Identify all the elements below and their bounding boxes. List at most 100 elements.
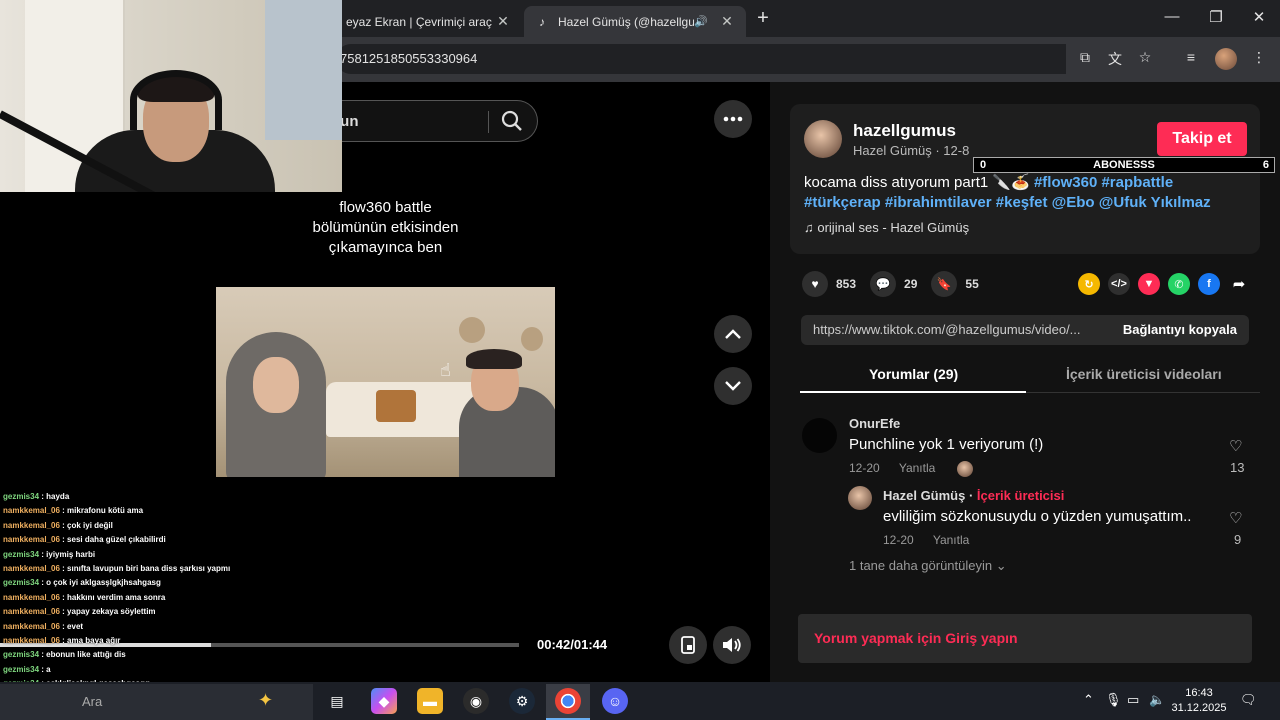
notifications-icon[interactable]: 🗨: [1240, 692, 1257, 708]
tab-close-icon[interactable]: ✕: [718, 13, 736, 30]
copilot-icon[interactable]: ◆: [371, 688, 397, 714]
chat-message: : evet: [59, 621, 84, 631]
chat-username: gezmis34: [3, 578, 40, 588]
new-tab-button[interactable]: +: [752, 8, 774, 30]
minimize-icon[interactable]: —: [1160, 8, 1184, 30]
like-button[interactable]: ♥ 853: [802, 271, 856, 297]
chat-username: namkkemal_06: [3, 592, 60, 602]
reply-like-icon[interactable]: ♡: [1229, 509, 1242, 527]
tab-creator-videos[interactable]: İçerik üreticisi videoları: [1066, 366, 1222, 382]
active-tab-indicator: [800, 391, 1026, 393]
creator-liked-avatar: [957, 461, 973, 477]
webcam-window: [265, 0, 342, 140]
audio-playing-icon[interactable]: 🔊: [694, 15, 710, 28]
steam-icon[interactable]: ⚙: [509, 688, 535, 714]
comment-button[interactable]: 💬 29: [870, 271, 917, 297]
next-video-chevron-down-icon[interactable]: [714, 367, 752, 405]
author-avatar[interactable]: [804, 120, 842, 158]
copy-link-button[interactable]: Bağlantıyı kopyala: [1123, 322, 1237, 337]
like-count: 853: [836, 277, 857, 291]
close-window-icon[interactable]: ✕: [1247, 8, 1271, 30]
chat-line: namkkemal_06 : mikrafonu kötü ama: [0, 504, 230, 518]
maximize-icon[interactable]: ❐: [1204, 8, 1228, 30]
video-timecode: 00:42/01:44: [537, 637, 608, 652]
discord-icon[interactable]: ☺: [602, 688, 628, 714]
login-to-comment[interactable]: Yorum yapmak için Giriş yapın: [798, 614, 1252, 663]
chat-message: : hayda: [39, 492, 70, 501]
tab-close-icon[interactable]: ✕: [494, 13, 512, 30]
menu-dots-icon[interactable]: ⋮: [1248, 49, 1270, 71]
profile-avatar[interactable]: [1215, 48, 1237, 70]
install-app-icon[interactable]: ⧉: [1074, 49, 1096, 71]
network-icon[interactable]: ▭: [1127, 692, 1139, 708]
view-more-replies[interactable]: 1 tane daha görüntüleyin ⌄: [849, 558, 1007, 574]
author-subline: Hazel Gümüş · 12-8: [853, 143, 970, 158]
taskbar-search-label: Ara: [82, 694, 103, 709]
video-description: kocama diss atıyorum part1 🔪🍝 #flow360 #…: [804, 173, 1249, 213]
video-url[interactable]: https://www.tiktok.com/@hazellgumus/vide…: [813, 322, 1099, 337]
comment-date: 12-20: [849, 461, 880, 475]
facebook-icon[interactable]: f: [1198, 273, 1220, 295]
send-icon[interactable]: ▼: [1138, 273, 1160, 295]
media-controls-icon[interactable]: ≡: [1180, 49, 1202, 71]
reply-meta: 12-20 Yanıtla: [883, 533, 985, 547]
author-username[interactable]: hazellgumus: [853, 121, 956, 141]
task-view-icon[interactable]: ▤: [324, 688, 350, 714]
search-icon[interactable]: [500, 109, 524, 133]
chat-username: namkkemal_06: [3, 636, 60, 646]
microphone-icon[interactable]: 🎙: [1105, 692, 1122, 708]
more-options-icon[interactable]: [714, 100, 752, 138]
share-arrow-icon[interactable]: ➦: [1228, 273, 1250, 295]
video-caption: flow360 battle bölümünün etkisinden çıka…: [312, 199, 459, 256]
volume-icon[interactable]: [713, 626, 751, 664]
reply-avatar[interactable]: [848, 486, 872, 510]
chat-message: : ebonun like attığı dis: [39, 650, 126, 660]
save-button[interactable]: 🔖 55: [931, 271, 979, 297]
file-explorer-icon[interactable]: ▬: [417, 688, 443, 714]
chat-line: namkkemal_06 : yapay zekaya söylettim: [0, 605, 230, 619]
clock-time: 16:43: [1185, 687, 1213, 699]
creator-badge: İçerik üreticisi: [976, 488, 1065, 503]
video-frame[interactable]: [216, 287, 555, 477]
translate-icon[interactable]: 文: [1104, 49, 1126, 71]
repost-icon[interactable]: ↻: [1078, 273, 1100, 295]
whatsapp-icon[interactable]: ✆: [1168, 273, 1190, 295]
taskbar-search[interactable]: Ara ✦: [0, 684, 313, 720]
speaker-icon[interactable]: 🔈: [1149, 692, 1165, 708]
tab-beyaz-ekran[interactable]: eyaz Ekran | Çevrimiçi araç ✕: [336, 6, 522, 37]
comment-icon: 💬: [870, 271, 897, 297]
picture-in-picture-icon[interactable]: [669, 626, 707, 664]
headset-icon: [130, 70, 222, 130]
search-bar[interactable]: lun: [330, 100, 538, 142]
chat-username: gezmis34: [3, 492, 40, 501]
bookmark-icon: 🔖: [931, 271, 958, 297]
comment-username[interactable]: OnurEfe: [849, 416, 900, 431]
chat-message: : o çok iyi aklgasşlgkjhsahgasg: [39, 578, 161, 588]
comment-like-icon[interactable]: ♡: [1229, 437, 1242, 455]
reply-reply-button[interactable]: Yanıtla: [933, 533, 969, 547]
tray-chevron-up-icon[interactable]: ⌃: [1083, 692, 1094, 708]
clock-date: 31.12.2025: [1171, 702, 1227, 714]
follow-button[interactable]: Takip et: [1157, 122, 1247, 156]
scene-pillow: [376, 390, 416, 422]
chrome-icon[interactable]: [555, 688, 581, 714]
scene-lamp: [459, 317, 485, 343]
tab-comments[interactable]: Yorumlar (29): [869, 366, 958, 382]
chat-line: namkkemal_06 : ama baya ağır: [0, 634, 230, 648]
chat-line: gezmis34 : a: [0, 663, 230, 677]
chat-line: namkkemal_06 : sesi daha güzel çıkabilir…: [0, 533, 230, 547]
comment-reply-button[interactable]: Yanıtla: [899, 461, 935, 475]
taskbar-clock[interactable]: 16:43 31.12.2025: [1168, 686, 1230, 716]
url-field[interactable]: 7581251850553330964: [336, 44, 1066, 74]
chat-line: gezmis34 : o çok iyi aklgasşlgkjhsahgasg: [0, 576, 230, 590]
commenter-avatar[interactable]: [802, 418, 837, 453]
bookmark-star-icon[interactable]: ☆: [1134, 49, 1156, 71]
previous-video-chevron-up-icon[interactable]: [714, 315, 752, 353]
tab-tiktok[interactable]: ♪ Hazel Gümüş (@hazellgumu 🔊 ✕: [524, 6, 746, 37]
chat-message: : sınıfta lavupun biri bana diss şarkısı…: [59, 564, 230, 574]
reply-username[interactable]: Hazel Gümüş: [883, 488, 965, 503]
embed-code-icon[interactable]: </>: [1108, 273, 1130, 295]
hand-cursor-icon: ☝: [440, 360, 451, 380]
obs-icon[interactable]: ◉: [463, 688, 489, 714]
sound-link[interactable]: ♫ orijinal ses - Hazel Gümüş: [804, 220, 969, 235]
